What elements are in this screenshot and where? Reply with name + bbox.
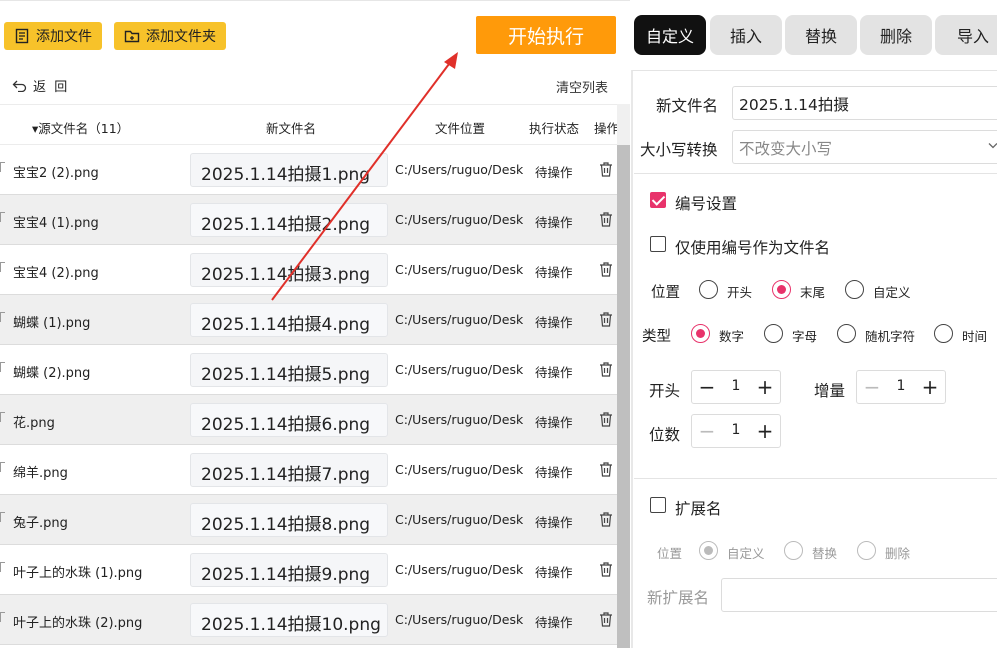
new-ext-label: 新扩展名 xyxy=(647,589,710,607)
settings-panel: 自定义 插入 替换 删除 导入 新文件名 2025.1.14拍摄 大小写转换 不… xyxy=(632,0,997,648)
position-custom-label: 自定义 xyxy=(873,285,911,300)
position-start-radio[interactable] xyxy=(699,280,718,299)
case-label: 大小写转换 xyxy=(640,141,718,159)
ext-delete-label: 删除 xyxy=(885,546,911,561)
tab-insert[interactable]: 插入 xyxy=(710,15,782,55)
new-name-label: 新文件名 xyxy=(656,97,719,115)
position-start-label: 开头 xyxy=(727,285,753,300)
digits-stepper: − 1 + xyxy=(691,414,781,448)
type-time-label: 时间 xyxy=(962,329,988,344)
only-number-checkbox[interactable] xyxy=(650,236,666,252)
tab-delete[interactable]: 删除 xyxy=(860,15,932,55)
type-letter-radio[interactable] xyxy=(764,324,783,343)
ext-replace-label: 替换 xyxy=(812,546,838,561)
ext-delete-radio[interactable] xyxy=(857,541,876,560)
tab-import[interactable]: 导入 xyxy=(935,15,997,55)
numbering-checkbox[interactable] xyxy=(650,192,666,208)
type-random-radio[interactable] xyxy=(837,324,856,343)
ext-custom-radio[interactable] xyxy=(699,541,718,560)
increment-label: 增量 xyxy=(814,382,846,400)
start-number-label: 开头 xyxy=(649,382,681,400)
tabs-divider xyxy=(632,70,997,71)
ext-replace-radio[interactable] xyxy=(784,541,803,560)
section-divider xyxy=(634,478,997,479)
ext-custom-label: 自定义 xyxy=(727,546,765,561)
increment-stepper: − 1 + xyxy=(856,370,946,404)
type-number-label: 数字 xyxy=(719,329,745,344)
tab-replace[interactable]: 替换 xyxy=(785,15,857,55)
plus-icon[interactable]: + xyxy=(756,419,774,443)
extension-label: 扩展名 xyxy=(675,500,722,518)
ext-position-label: 位置 xyxy=(657,546,683,561)
position-label: 位置 xyxy=(651,285,680,301)
extension-checkbox[interactable] xyxy=(650,497,666,513)
case-select[interactable]: 不改变大小写 xyxy=(732,130,997,164)
type-number-radio[interactable] xyxy=(691,324,710,343)
numbering-label: 编号设置 xyxy=(675,195,738,213)
position-custom-radio[interactable] xyxy=(845,280,864,299)
digits-label: 位数 xyxy=(649,426,681,444)
plus-icon[interactable]: + xyxy=(756,375,774,399)
type-letter-label: 字母 xyxy=(792,329,818,344)
position-end-label: 末尾 xyxy=(800,285,826,300)
type-label: 类型 xyxy=(642,329,671,345)
position-end-radio[interactable] xyxy=(772,280,791,299)
only-number-label: 仅使用编号作为文件名 xyxy=(675,239,831,257)
tab-custom[interactable]: 自定义 xyxy=(634,15,706,55)
chevron-down-icon xyxy=(988,143,997,149)
case-select-value: 不改变大小写 xyxy=(739,140,833,158)
new-ext-input[interactable] xyxy=(721,578,997,612)
plus-icon[interactable]: + xyxy=(921,375,939,399)
section-divider xyxy=(634,173,997,174)
type-random-label: 随机字符 xyxy=(865,329,916,344)
start-number-stepper: − 1 + xyxy=(691,370,781,404)
new-name-input[interactable]: 2025.1.14拍摄 xyxy=(732,86,997,120)
type-time-radio[interactable] xyxy=(934,324,953,343)
